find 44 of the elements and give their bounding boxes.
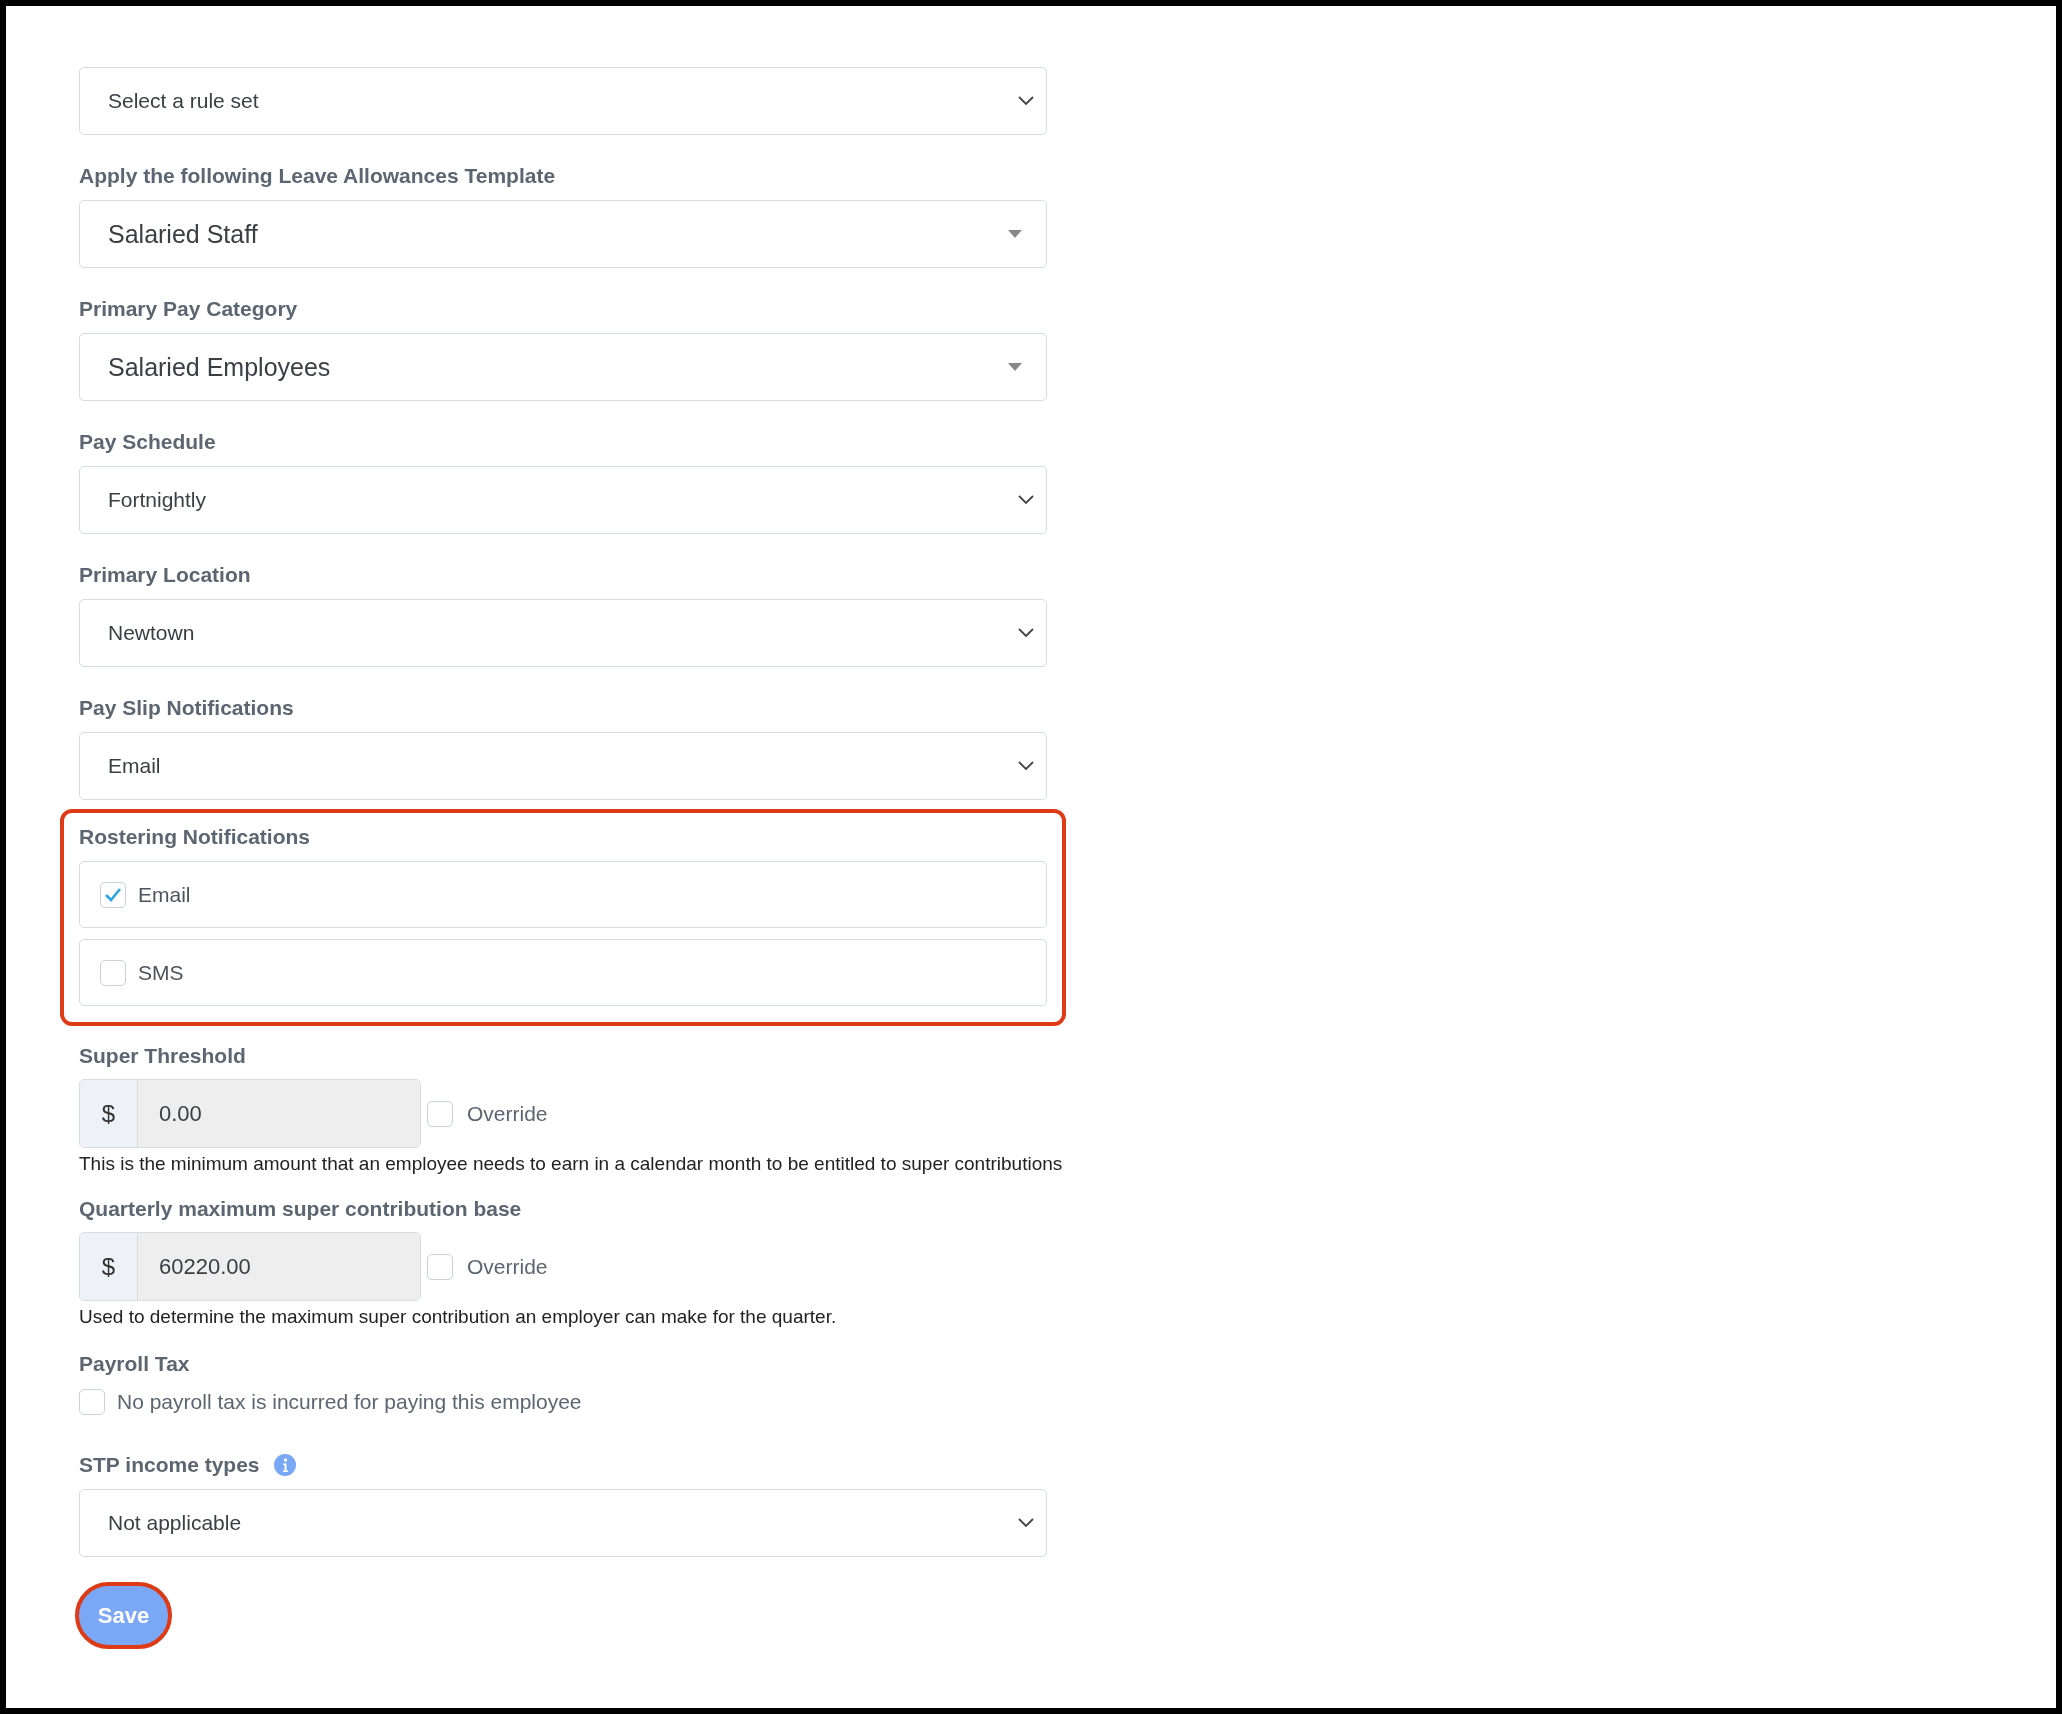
field-label: Payroll Tax — [79, 1351, 190, 1377]
help-text: Used to determine the maximum super contribution an employer can make for the quarter. — [79, 1305, 837, 1329]
checkbox-label: No payroll tax is incurred for paying this employee — [117, 1390, 582, 1414]
checkbox-option[interactable]: Email — [79, 861, 1047, 928]
currency-prefix: $ — [80, 1233, 138, 1300]
dropdown[interactable]: Select a rule set — [79, 67, 1047, 135]
dropdown[interactable]: Not applicable — [79, 1489, 1047, 1557]
amount-field[interactable]: $ 60220.00 — [79, 1232, 421, 1301]
dropdown[interactable]: Salaried Staff — [79, 200, 1047, 268]
field-label: Primary Location — [79, 562, 251, 588]
checkbox[interactable] — [100, 959, 126, 986]
field-label: Primary Pay Category — [79, 296, 298, 322]
chevron-down-icon — [1018, 1518, 1034, 1528]
help-text: This is the minimum amount that an employee needs to earn in a calendar month to be entitled to super contributions — [79, 1152, 1063, 1176]
override-label: Override — [467, 1101, 548, 1126]
info-icon[interactable] — [273, 1454, 296, 1476]
dropdown[interactable]: Fortnightly — [79, 466, 1047, 534]
option-label: SMS — [138, 960, 184, 985]
currency-prefix: $ — [80, 1080, 138, 1147]
dropdown[interactable]: Salaried Employees — [79, 333, 1047, 401]
caret-down-icon — [1008, 230, 1022, 238]
field-label: Pay Slip Notifications — [79, 695, 294, 721]
override-label: Override — [467, 1254, 548, 1279]
checkbox[interactable] — [79, 1389, 105, 1415]
chevron-down-icon — [1018, 761, 1034, 771]
checkbox[interactable] — [427, 1253, 453, 1280]
field-label: Apply the following Leave Allowances Template — [79, 163, 556, 189]
field-label: Rostering Notifications — [79, 824, 310, 850]
option-label: Email — [138, 882, 191, 907]
field-label: Quarterly maximum super contribution base — [79, 1196, 522, 1222]
checkbox[interactable] — [100, 881, 126, 908]
field-label: Pay Schedule — [79, 429, 216, 455]
checkbox-option[interactable]: SMS — [79, 939, 1047, 1006]
caret-down-icon — [1008, 363, 1022, 371]
dropdown[interactable]: Email — [79, 732, 1047, 800]
field-label: STP income types — [79, 1452, 260, 1478]
field-label: Super Threshold — [79, 1043, 246, 1069]
amount-field[interactable]: $ 0.00 — [79, 1079, 421, 1148]
chevron-down-icon — [1018, 495, 1034, 505]
checkbox[interactable] — [427, 1100, 453, 1127]
dropdown[interactable]: Newtown — [79, 599, 1047, 667]
chevron-down-icon — [1018, 96, 1034, 106]
check-icon — [104, 886, 122, 903]
chevron-down-icon — [1018, 628, 1034, 638]
